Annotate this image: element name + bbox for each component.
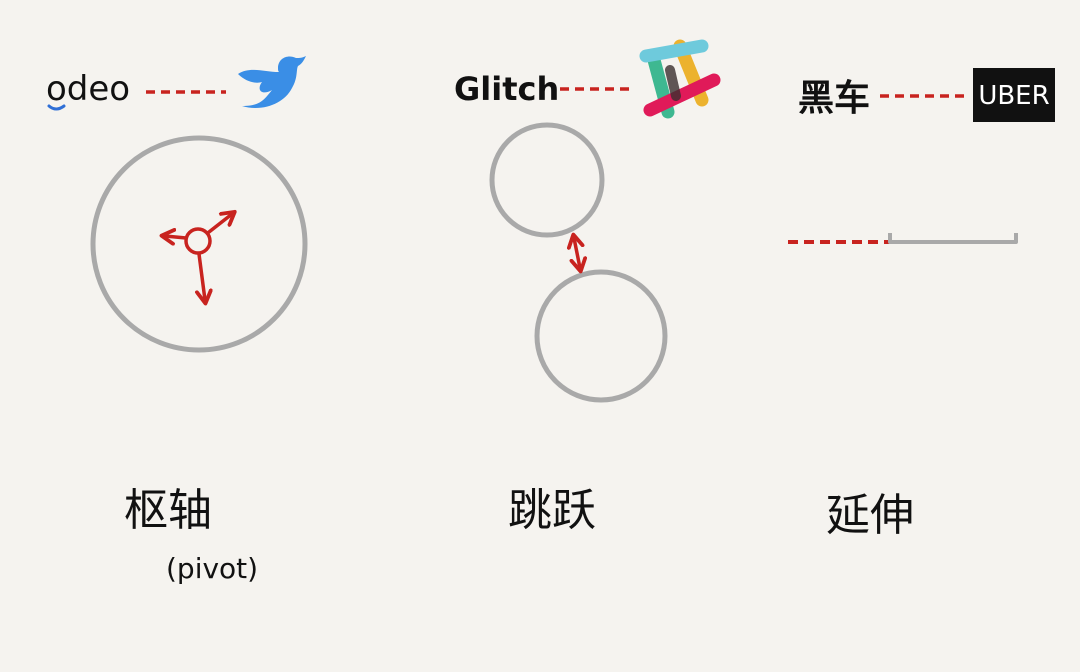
extend-group: 黑车 UBER 延伸: [788, 68, 1055, 541]
pivot-arrow-left: [165, 236, 188, 238]
slack-logo-icon: [639, 39, 721, 119]
extend-caption: 延伸: [826, 490, 914, 541]
jump-upper-circle: [489, 122, 605, 238]
jump-group: Glitch 跳跃: [454, 39, 721, 536]
pivot-outer-circle: [90, 135, 308, 353]
strategy-diagram: odeo 枢轴 (pivot) Glitch 跳跃 黑车 UBER 延伸: [46, 39, 1055, 585]
uber-logo-text: UBER: [978, 81, 1049, 111]
jump-double-arrow: [574, 238, 580, 268]
jump-lower-circle: [534, 269, 668, 403]
pivot-arrow-up-right: [207, 214, 232, 234]
glitch-wordmark: Glitch: [454, 70, 559, 108]
uber-logo-icon: UBER: [973, 68, 1055, 122]
jump-caption: 跳跃: [508, 485, 596, 536]
odeo-wordmark: odeo: [46, 69, 130, 109]
pivot-caption: 枢轴: [124, 485, 212, 536]
pivot-caption-sub: (pivot): [166, 552, 258, 585]
pivot-center-circle: [184, 227, 212, 255]
twitter-bird-icon: [238, 56, 306, 108]
pivot-arrow-down: [199, 252, 205, 300]
extend-gray-segment: [888, 233, 1018, 244]
heiche-wordmark: 黑车: [798, 78, 870, 119]
pivot-group: odeo 枢轴 (pivot): [46, 56, 308, 585]
